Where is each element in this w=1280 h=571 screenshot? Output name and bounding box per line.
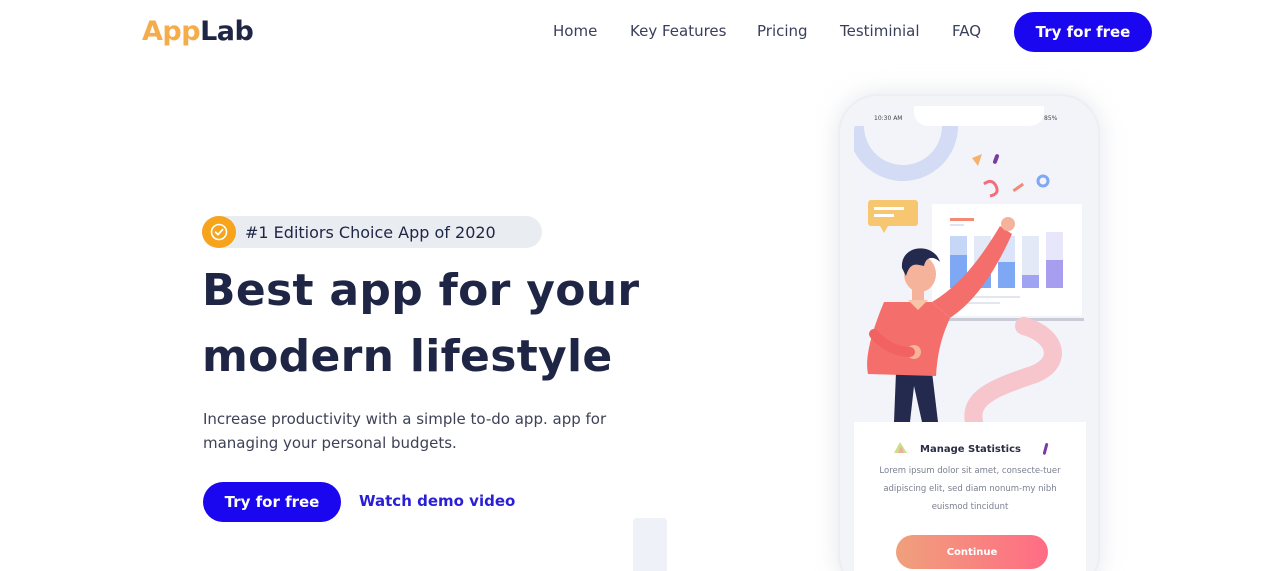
nav-home-link[interactable]: Home <box>553 22 597 40</box>
statistics-illustration <box>854 125 1084 422</box>
nav-testimonial-link[interactable]: Testiminial <box>840 22 920 40</box>
watch-demo-link[interactable]: Watch demo video <box>359 492 515 510</box>
phone-mockup: 10:30 AM 85% Manage Statistics Lorem ips… <box>838 94 1100 571</box>
nav-key-features-link[interactable]: Key Features <box>630 22 726 40</box>
nav-faq-link[interactable]: FAQ <box>952 22 981 40</box>
logo-part-app: App <box>142 16 201 47</box>
phone-screen: 10:30 AM 85% Manage Statistics Lorem ips… <box>854 106 1086 571</box>
hero-subtext: Increase productivity with a simple to-d… <box>203 410 607 452</box>
continue-button[interactable]: Continue <box>896 535 1048 569</box>
logo-part-lab: Lab <box>200 16 254 47</box>
status-time: 10:30 AM <box>874 115 903 122</box>
nav-pricing-link[interactable]: Pricing <box>757 22 808 40</box>
card-title: Manage Statistics <box>920 444 1021 455</box>
card-description: Lorem ipsum dolor sit amet, consecte-tue… <box>879 466 1061 512</box>
headline-line-1: Best app for your <box>202 265 640 316</box>
phone-notch <box>914 106 1044 126</box>
background-decoration <box>633 518 667 571</box>
check-badge-icon <box>202 216 236 248</box>
status-battery: 85% <box>1044 115 1058 122</box>
confetti-icon <box>1042 440 1049 459</box>
leaf-icon <box>892 440 908 459</box>
manage-statistics-card: Manage Statistics Lorem ipsum dolor sit … <box>854 422 1086 571</box>
card-title-row: Manage Statistics <box>892 440 1049 459</box>
applab-logo[interactable]: AppLab <box>142 16 254 47</box>
editors-choice-badge: #1 Editiors Choice App of 2020 <box>202 216 542 248</box>
header-try-free-button[interactable]: Try for free <box>1014 12 1152 52</box>
hero-try-free-button[interactable]: Try for free <box>203 482 341 522</box>
hero-headline: Best app for your modern lifestyle <box>202 258 639 390</box>
badge-text: #1 Editiors Choice App of 2020 <box>245 222 496 242</box>
headline-line-2: modern lifestyle <box>202 331 613 382</box>
